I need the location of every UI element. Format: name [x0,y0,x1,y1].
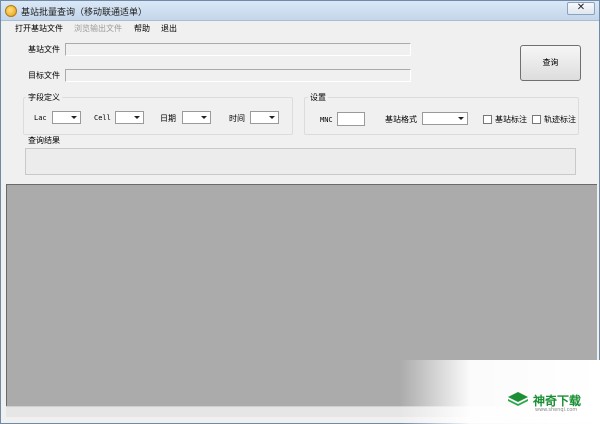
menu-open-station-file[interactable]: 打开基站文件 [15,23,63,34]
watermark-url: www.shenqi.com [535,407,578,413]
settings-title: 设置 [308,92,328,103]
lac-select[interactable] [52,111,81,124]
chevron-down-icon [134,116,140,119]
menu-bar: 打开基站文件 浏览输出文件 帮助 退出 [1,21,599,36]
app-icon [5,5,17,17]
station-format-select[interactable] [422,112,468,125]
chevron-down-icon [458,117,464,120]
cell-label: Cell [94,114,111,122]
track-mark-checkbox[interactable] [532,115,541,124]
menu-browse-output-file[interactable]: 浏览输出文件 [74,23,122,34]
query-button[interactable]: 查询 [520,45,581,81]
field-definition-title: 字段定义 [26,92,62,103]
time-select[interactable] [250,111,279,124]
title-bar[interactable]: 基站批量查询（移动联通适单） ✕ [1,1,599,21]
query-result-label: 查询结果 [28,136,60,145]
date-label: 日期 [160,114,176,123]
menu-help[interactable]: 帮助 [134,23,150,34]
station-mark-label: 基站标注 [495,115,527,124]
chevron-down-icon [269,116,275,119]
mnc-label: MNC [320,116,333,124]
target-file-label: 目标文件 [28,71,60,80]
chevron-down-icon [71,116,77,119]
date-select[interactable] [182,111,211,124]
station-mark-checkbox[interactable] [483,115,492,124]
cell-select[interactable] [115,111,144,124]
watermark-logo-icon [508,392,528,406]
track-mark-label: 轨迹标注 [544,115,576,124]
time-label: 时间 [229,114,245,123]
lac-label: Lac [34,114,47,122]
query-result-box[interactable] [25,148,576,175]
station-file-label: 基站文件 [28,45,60,54]
close-button[interactable]: ✕ [567,2,595,15]
station-format-label: 基站格式 [385,115,417,124]
menu-exit[interactable]: 退出 [161,23,177,34]
station-file-path[interactable] [65,43,411,56]
target-file-path[interactable] [65,69,411,82]
window-title: 基站批量查询（移动联通适单） [21,8,148,18]
mnc-input[interactable] [337,112,365,126]
chevron-down-icon [201,116,207,119]
